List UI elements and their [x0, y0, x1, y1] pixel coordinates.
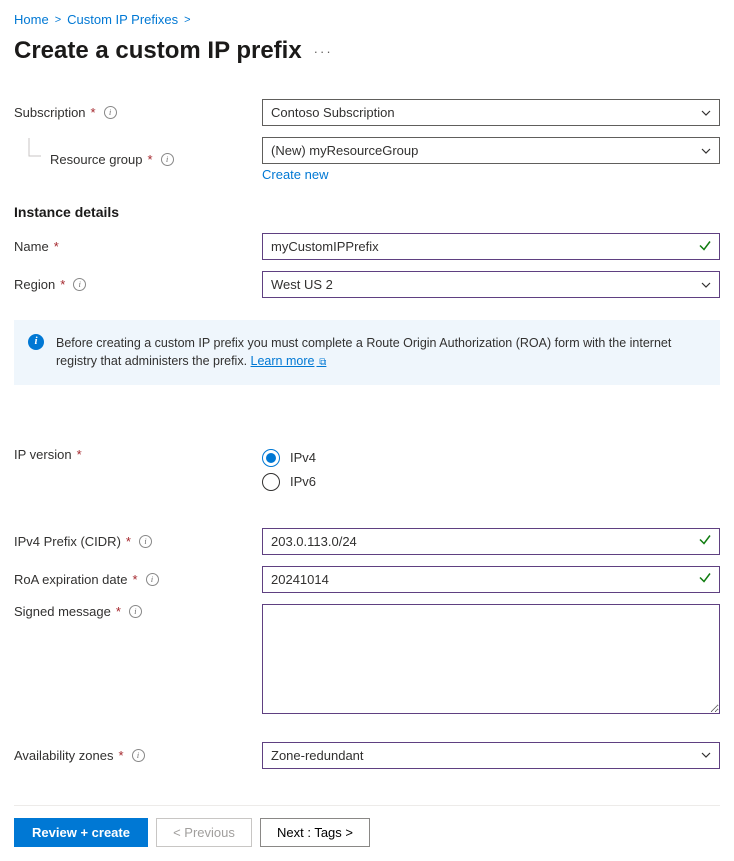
row-signed-message: Signed message * i — [14, 604, 720, 717]
info-icon[interactable]: i — [139, 535, 152, 548]
radio-icon — [262, 449, 280, 467]
info-icon[interactable]: i — [132, 749, 145, 762]
row-ipv4-prefix: IPv4 Prefix (CIDR) * i — [14, 528, 720, 555]
create-new-link[interactable]: Create new — [262, 167, 328, 182]
radio-ipv4[interactable]: IPv4 — [262, 449, 720, 467]
row-resource-group: Resource group * i (New) myResourceGroup… — [14, 137, 720, 182]
label-availability-zones: Availability zones — [14, 748, 113, 763]
tree-line-icon — [28, 138, 42, 167]
row-availability-zones: Availability zones * i Zone-redundant — [14, 742, 720, 769]
required-indicator: * — [60, 277, 65, 292]
footer: Review + create < Previous Next : Tags > — [14, 805, 720, 847]
learn-more-link[interactable]: Learn more ⧉ — [251, 354, 327, 368]
chevron-right-icon: > — [55, 14, 61, 26]
info-text: Before creating a custom IP prefix you m… — [56, 336, 671, 368]
info-icon[interactable]: i — [104, 106, 117, 119]
row-region: Region * i West US 2 — [14, 271, 720, 298]
external-link-icon: ⧉ — [316, 357, 326, 368]
label-roa-date: RoA expiration date — [14, 572, 127, 587]
row-ip-version: IP version * IPv4 IPv6 — [14, 447, 720, 491]
radio-icon — [262, 473, 280, 491]
info-icon[interactable]: i — [129, 605, 142, 618]
info-icon[interactable]: i — [73, 278, 86, 291]
more-actions-button[interactable]: ··· — [314, 44, 333, 59]
ipv4-prefix-input[interactable] — [262, 528, 720, 555]
radio-ipv6[interactable]: IPv6 — [262, 473, 720, 491]
signed-message-textarea[interactable] — [262, 604, 720, 714]
required-indicator: * — [77, 447, 82, 462]
breadcrumb-prefixes[interactable]: Custom IP Prefixes — [67, 12, 178, 27]
row-roa-date: RoA expiration date * i — [14, 566, 720, 593]
radio-label-ipv4: IPv4 — [290, 450, 316, 465]
info-box: i Before creating a custom IP prefix you… — [14, 320, 720, 385]
label-subscription: Subscription — [14, 105, 86, 120]
row-subscription: Subscription * i Contoso Subscription — [14, 99, 720, 126]
label-name: Name — [14, 239, 49, 254]
info-icon[interactable]: i — [146, 573, 159, 586]
chevron-right-icon: > — [184, 14, 190, 26]
row-name: Name * — [14, 233, 720, 260]
required-indicator: * — [148, 152, 153, 167]
roa-date-input[interactable] — [262, 566, 720, 593]
radio-label-ipv6: IPv6 — [290, 474, 316, 489]
section-instance-details: Instance details — [14, 204, 720, 220]
label-ip-version: IP version — [14, 447, 72, 462]
check-icon — [698, 571, 712, 588]
region-select[interactable]: West US 2 — [262, 271, 720, 298]
required-indicator: * — [132, 572, 137, 587]
check-icon — [698, 238, 712, 255]
info-icon: i — [28, 334, 44, 350]
next-button[interactable]: Next : Tags > — [260, 818, 370, 847]
ip-version-radio-group: IPv4 IPv6 — [262, 447, 720, 491]
required-indicator: * — [91, 105, 96, 120]
info-icon[interactable]: i — [161, 153, 174, 166]
title-row: Create a custom IP prefix ··· — [14, 37, 720, 65]
name-input[interactable] — [262, 233, 720, 260]
label-signed-message: Signed message — [14, 604, 111, 619]
required-indicator: * — [118, 748, 123, 763]
label-ipv4-prefix: IPv4 Prefix (CIDR) — [14, 534, 121, 549]
required-indicator: * — [126, 534, 131, 549]
review-create-button[interactable]: Review + create — [14, 818, 148, 847]
check-icon — [698, 533, 712, 550]
label-resource-group: Resource group — [50, 152, 143, 167]
breadcrumb: Home > Custom IP Prefixes > — [14, 12, 720, 27]
page-title: Create a custom IP prefix — [14, 37, 302, 65]
breadcrumb-home[interactable]: Home — [14, 12, 49, 27]
previous-button: < Previous — [156, 818, 252, 847]
subscription-select[interactable]: Contoso Subscription — [262, 99, 720, 126]
label-region: Region — [14, 277, 55, 292]
availability-zones-select[interactable]: Zone-redundant — [262, 742, 720, 769]
resource-group-select[interactable]: (New) myResourceGroup — [262, 137, 720, 164]
required-indicator: * — [116, 604, 121, 619]
required-indicator: * — [54, 239, 59, 254]
